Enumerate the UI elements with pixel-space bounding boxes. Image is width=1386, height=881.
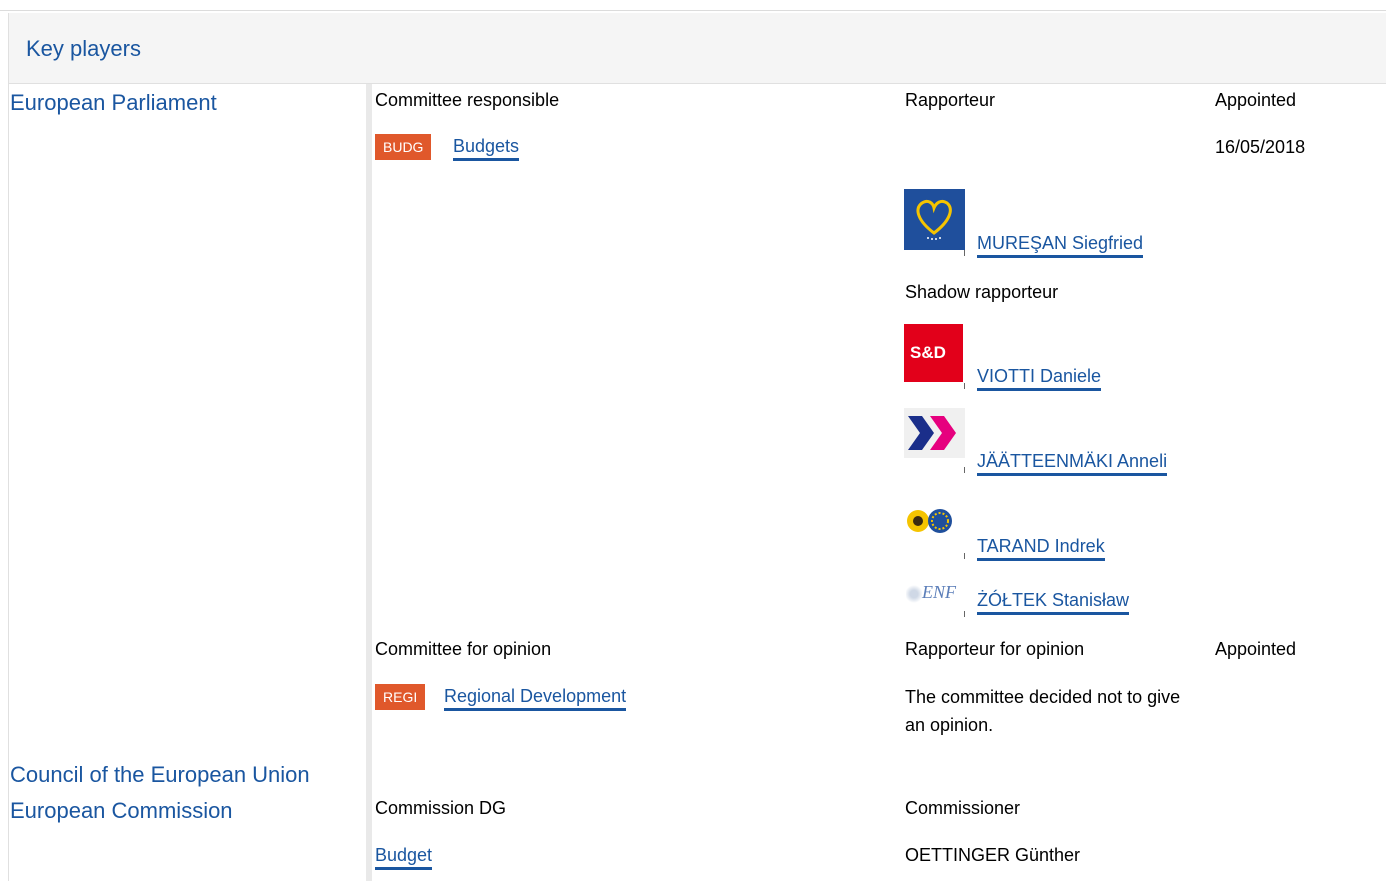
shadow-rapporteur-label: Shadow rapporteur bbox=[905, 282, 1059, 302]
tick-mark bbox=[964, 383, 965, 389]
institution-european-parliament: European Parliament bbox=[10, 90, 217, 115]
sd-logo-text: S&D bbox=[910, 343, 946, 362]
enf-logo-icon: ENF bbox=[904, 582, 964, 610]
col-committee-responsible: Committee responsible bbox=[375, 90, 560, 110]
top-divider bbox=[0, 10, 1386, 11]
col-appointed: Appointed bbox=[1215, 90, 1297, 110]
col-commissioner: Commissioner bbox=[905, 798, 1021, 818]
enf-logo-mark bbox=[906, 584, 922, 604]
section-header bbox=[8, 13, 1386, 84]
col-rapporteur: Rapporteur bbox=[905, 90, 996, 110]
epp-logo-icon bbox=[904, 189, 965, 250]
tick-mark bbox=[964, 250, 965, 256]
shadow-link-zoltek[interactable]: ŻÓŁTEK Stanisław bbox=[977, 590, 1130, 615]
shadow-link-tarand[interactable]: TARAND Indrek bbox=[977, 536, 1105, 561]
sd-logo-icon: S&D bbox=[904, 324, 963, 382]
col-appointed-opinion: Appointed bbox=[1215, 639, 1297, 659]
tick-mark bbox=[964, 467, 965, 473]
tick-mark bbox=[964, 611, 965, 617]
appointed-date: 16/05/2018 bbox=[1215, 137, 1306, 157]
col-committee-opinion: Committee for opinion bbox=[375, 639, 552, 659]
left-border bbox=[8, 84, 9, 881]
institution-council: Council of the European Union bbox=[10, 762, 310, 787]
institution-commission: European Commission bbox=[10, 798, 233, 823]
col-commission-dg: Commission DG bbox=[375, 798, 507, 818]
committee-badge-regi: REGI bbox=[375, 684, 426, 710]
opinion-note: The committee decided not to give an opi… bbox=[905, 687, 1181, 735]
committee-badge-budg: BUDG bbox=[375, 134, 432, 160]
shadow-link-jaatteenmaki[interactable]: JÄÄTTEENMÄKI Anneli bbox=[977, 451, 1168, 476]
column-divider bbox=[366, 84, 372, 881]
col-rapporteur-opinion: Rapporteur for opinion bbox=[905, 639, 1085, 659]
tick-mark bbox=[964, 553, 965, 559]
rapporteur-link-muresan[interactable]: MUREŞAN Siegfried bbox=[977, 233, 1144, 258]
dg-link-budget[interactable]: Budget bbox=[375, 845, 433, 870]
committee-link-budgets[interactable]: Budgets bbox=[453, 136, 520, 161]
committee-link-regional-development[interactable]: Regional Development bbox=[444, 686, 627, 711]
section-title: Key players bbox=[26, 36, 141, 61]
shadow-link-viotti[interactable]: VIOTTI Daniele bbox=[977, 366, 1102, 391]
alde-logo-icon bbox=[904, 408, 965, 458]
enf-logo-text: ENF bbox=[922, 582, 956, 602]
commissioner-name: OETTINGER Günther bbox=[905, 845, 1081, 865]
greens-efa-logo-icon bbox=[904, 505, 962, 537]
